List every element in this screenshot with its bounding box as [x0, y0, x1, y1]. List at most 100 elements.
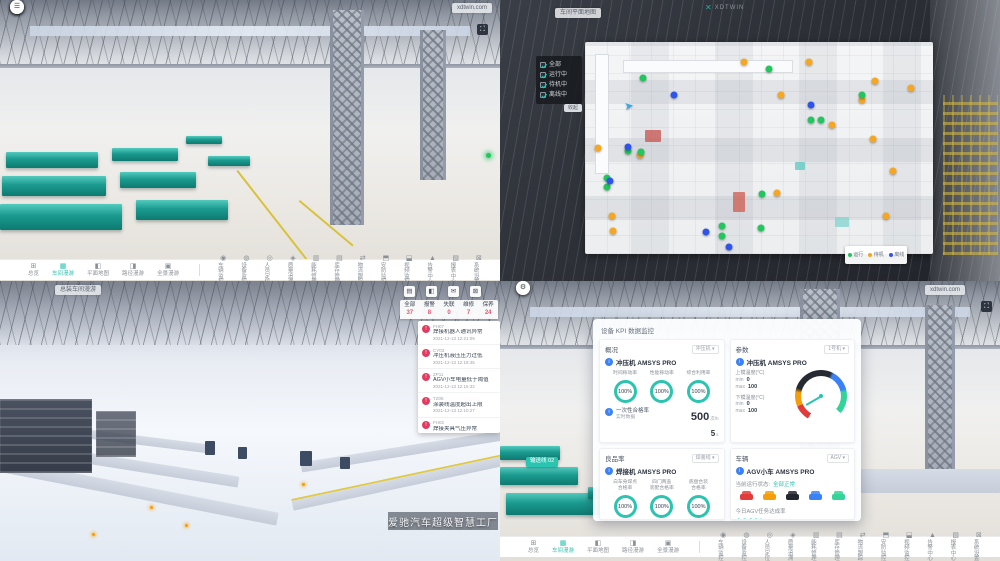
device-status-dot[interactable]	[872, 78, 879, 85]
toolbar-item[interactable]: ▦ 车间漫游	[552, 540, 574, 555]
device-status-dot[interactable]	[703, 228, 710, 235]
agv-car-icon[interactable]	[740, 494, 753, 500]
toolbar-item[interactable]: ⇄ 物流跟踪	[358, 255, 368, 282]
floor-map[interactable]: ➤	[585, 42, 933, 254]
device-status-dot[interactable]	[759, 191, 766, 198]
toolbar-item[interactable]: ◉ 车辆监控	[218, 255, 228, 282]
alarm-list-item[interactable]: ! TZ05 涂装线温度超出上限 2021-12-13 12:10:27	[418, 393, 500, 417]
device-select[interactable]: 冲压机 ▾	[692, 345, 719, 354]
toolbar-item[interactable]: ◍ 设备监控	[741, 532, 751, 561]
device-status-dot[interactable]	[890, 167, 897, 174]
toolbar-item[interactable]: ⬓ 视频监控	[904, 532, 914, 561]
device-status-dot[interactable]	[807, 101, 814, 108]
layer-checkbox-row[interactable]: 离线中	[540, 90, 578, 100]
alarm-list-item[interactable]: ! CY03 冲压机液压压力过低 2021-12-13 12:18:45	[418, 345, 500, 369]
toolbar-item[interactable]: ⊠ 系统设置	[474, 255, 484, 282]
collapse-button[interactable]: 收起	[564, 104, 582, 112]
device-status-dot[interactable]	[908, 85, 915, 92]
toolbar-item[interactable]: ◎ 人员定位	[765, 532, 775, 561]
panel-icon-button[interactable]: ✉	[448, 286, 459, 297]
device-status-dot[interactable]	[671, 92, 678, 99]
device-status-dot[interactable]	[859, 92, 866, 99]
toolbar-item[interactable]: ⬒ 安防监控	[881, 532, 891, 561]
toolbar-item[interactable]: ◧ 平面地图	[87, 263, 109, 278]
device-status-dot[interactable]	[828, 122, 835, 129]
panel-icon-button[interactable]: ⊠	[470, 286, 481, 297]
agv-car-icon[interactable]	[832, 494, 845, 500]
device-select[interactable]: AGV ▾	[827, 454, 849, 463]
device-status-dot[interactable]	[883, 213, 890, 220]
toolbar-item[interactable]: ▤ 库存管理	[834, 532, 844, 561]
alarm-tab[interactable]: 维修 7	[459, 300, 479, 319]
alarm-list-item[interactable]: ! FH07 焊接机器人通讯异常 2021-12-13 12:21:09	[418, 321, 500, 345]
layer-checkbox-row[interactable]: 全部	[540, 60, 578, 70]
scene-marker-button[interactable]: ⚙	[516, 281, 530, 295]
device-status-dot[interactable]	[624, 143, 631, 150]
toolbar-item[interactable]: ⬓ 视频监控	[404, 255, 414, 282]
device-status-dot[interactable]	[817, 117, 824, 124]
panel-icon-button[interactable]: ◧	[426, 286, 437, 297]
toolbar-item[interactable]: ⊞ 总览	[528, 540, 539, 555]
toolbar-item[interactable]: ▲ 告警中心	[927, 532, 937, 561]
device-select[interactable]: 1号机 ▾	[824, 345, 849, 354]
scene-marker-button[interactable]: ☰	[10, 0, 24, 14]
device-status-dot[interactable]	[777, 92, 784, 99]
agv-car-icon[interactable]	[786, 494, 799, 500]
toolbar-item[interactable]: ◧ 平面地图	[587, 540, 609, 555]
device-status-dot[interactable]	[637, 149, 644, 156]
device-status-dot[interactable]	[594, 145, 601, 152]
device-status-dot[interactable]	[766, 65, 773, 72]
toolbar-item[interactable]: ⊞ 总览	[28, 263, 39, 278]
device-status-dot[interactable]	[741, 58, 748, 65]
toolbar-item[interactable]: ▲ 告警中心	[427, 255, 437, 282]
alarm-list-item[interactable]: ! ZP11 AGV小车电量低于阈值 2021-12-13 12:15:32	[418, 369, 500, 393]
toolbar-item[interactable]: ⇄ 物流跟踪	[858, 532, 868, 561]
agv-car-icon[interactable]	[809, 494, 822, 500]
device-status-dot[interactable]	[807, 117, 814, 124]
toolbar-item[interactable]: ▣ 全景漫游	[657, 540, 679, 555]
toolbar-item[interactable]: ⬒ 安防监控	[381, 255, 391, 282]
alarm-tab[interactable]: 全部 37	[400, 300, 420, 319]
toolbar-item[interactable]: ▧ 报表中心	[951, 532, 961, 561]
expand-icon[interactable]: ⛶	[981, 301, 992, 312]
alarm-tab[interactable]: 保养 24	[478, 300, 498, 319]
panel-icon-button[interactable]: ▤	[404, 286, 415, 297]
alarm-tab[interactable]: 报警 8	[420, 300, 440, 319]
device-status-dot[interactable]	[870, 136, 877, 143]
toolbar-item[interactable]: ◈ 质量追溯	[788, 532, 798, 561]
expand-icon[interactable]: ⛶	[477, 24, 488, 35]
toolbar-item[interactable]: ◨ 路径漫游	[122, 263, 144, 278]
brand-logo: ✕ XDTWIN	[705, 4, 744, 12]
toolbar-item[interactable]: ◍ 设备监控	[241, 255, 251, 282]
toolbar-item[interactable]: ▥ 能耗管理	[811, 532, 821, 561]
toolbar-item[interactable]: ▤ 库存管理	[334, 255, 344, 282]
layer-checkbox-row[interactable]: 待机中	[540, 80, 578, 90]
device-status-dot[interactable]	[758, 224, 765, 231]
device-status-dot[interactable]	[726, 244, 733, 251]
toolbar-item[interactable]: ◨ 路径漫游	[622, 540, 644, 555]
toolbar-item[interactable]: ◉ 车辆监控	[718, 532, 728, 561]
device-status-dot[interactable]	[609, 228, 616, 235]
equipment-tag[interactable]: 输送线 02	[526, 457, 558, 467]
toolbar-item[interactable]: ▦ 车间漫游	[52, 263, 74, 278]
device-status-dot[interactable]	[639, 75, 646, 82]
toolbar-item[interactable]: ▧ 报表中心	[451, 255, 461, 282]
toolbar-item[interactable]: ◎ 人员定位	[265, 255, 275, 282]
device-select[interactable]: 焊装线 ▾	[692, 454, 719, 463]
device-status-dot[interactable]	[719, 223, 726, 230]
device-status-dot[interactable]	[719, 232, 726, 239]
device-status-dot[interactable]	[773, 189, 780, 196]
alarm-tab[interactable]: 失联 0	[439, 300, 459, 319]
device-status-dot[interactable]	[805, 58, 812, 65]
layer-checkbox-row[interactable]: 运行中	[540, 70, 578, 80]
device-status-dot[interactable]	[606, 178, 613, 185]
toolbar-item[interactable]: ▥ 能耗管理	[311, 255, 321, 282]
toolbar-item[interactable]: ◈ 质量追溯	[288, 255, 298, 282]
agv-car-icon[interactable]	[763, 494, 776, 500]
toolbar-item[interactable]: ▣ 全景漫游	[157, 263, 179, 278]
device-status-dot[interactable]	[608, 213, 615, 220]
toolbar-item[interactable]: ⊠ 系统设置	[974, 532, 984, 561]
alarm-tab-count: 24	[485, 310, 492, 316]
alarm-list[interactable]: ! FH07 焊接机器人通讯异常 2021-12-13 12:21:09 ! C…	[418, 321, 500, 433]
alarm-list-item[interactable]: ! FH02 焊接夹具气压异常 2021-12-13 12:05:18	[418, 418, 500, 434]
